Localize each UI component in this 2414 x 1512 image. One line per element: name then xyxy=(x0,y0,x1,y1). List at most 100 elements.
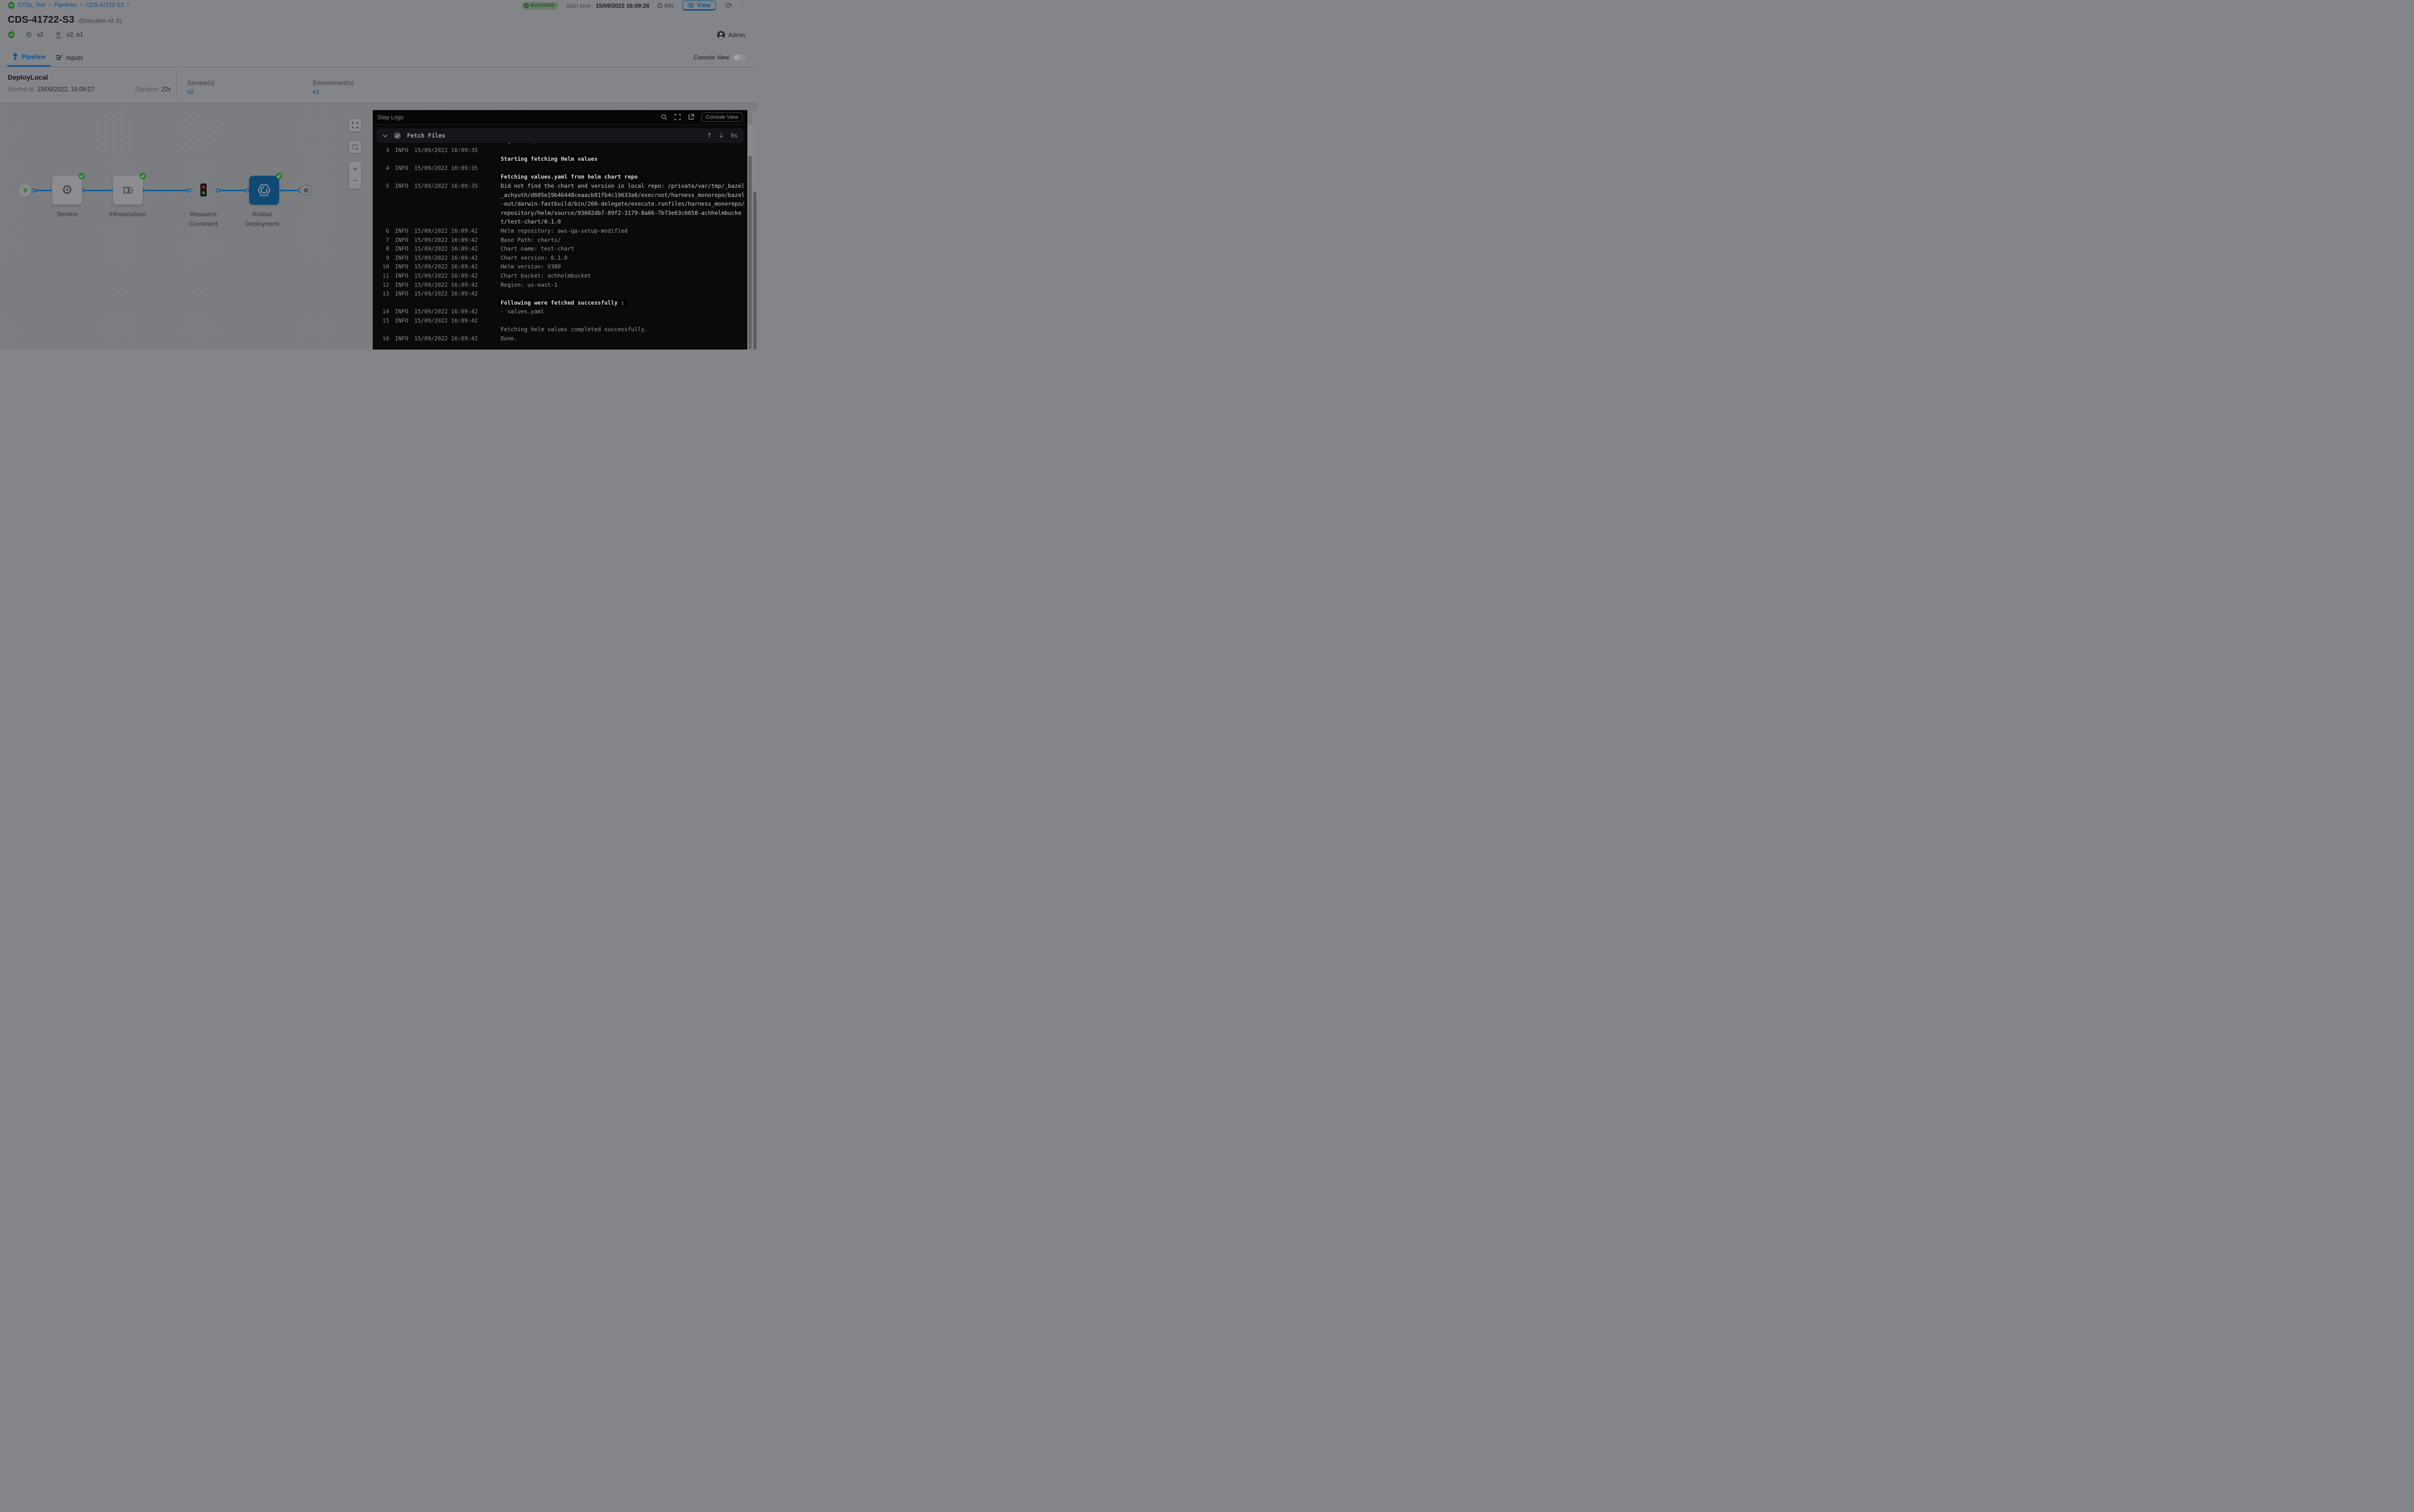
log-message: Chart bucket: achhelmbucket xyxy=(501,271,747,280)
meta-row: ∞ ⚙ s2 e2, e1 xyxy=(8,31,83,39)
view-button-label: View xyxy=(697,2,710,9)
check-circle-icon xyxy=(524,3,529,8)
stage-environments: Environment(s) e1 xyxy=(313,80,354,95)
open-in-new-icon[interactable] xyxy=(688,114,694,120)
log-line-number: 14 xyxy=(379,307,389,316)
page-title: CDS-41722-S3 xyxy=(8,14,74,26)
stage-started: Started at: 15/09/2022, 16:09:27 xyxy=(8,86,94,93)
inputs-icon xyxy=(56,54,63,61)
start-time-label: Start time xyxy=(566,2,590,9)
tab-pipeline[interactable]: Pipeline xyxy=(7,48,51,67)
log-level: INFO xyxy=(395,226,411,236)
edge xyxy=(82,190,114,191)
log-line: 8INFO15/09/2022 16:09:42Chart name: test… xyxy=(373,244,747,253)
zoom-out-button[interactable]: − xyxy=(353,177,357,185)
log-message: Done. xyxy=(501,334,747,343)
node-infrastructure[interactable] xyxy=(113,176,143,205)
red-light-icon xyxy=(202,185,205,189)
log-line: 9INFO15/09/2022 16:09:42Chart version: 0… xyxy=(373,253,747,263)
log-level: INFO xyxy=(395,244,411,253)
node-resource-constraint-label: Resource Constraint xyxy=(174,210,232,229)
success-check-icon xyxy=(140,173,146,179)
log-timestamp: 15/09/2022 16:09:42 xyxy=(414,226,478,236)
elapsed-value: 59s xyxy=(664,2,674,9)
breadcrumb-pipeline-name[interactable]: CDS-41722-S3 xyxy=(86,2,124,8)
start-node[interactable] xyxy=(18,183,32,197)
log-level: INFO xyxy=(395,307,411,316)
log-section-controls: ↑ ↓ 9s xyxy=(707,132,738,140)
log-line: 12INFO15/09/2022 16:09:42Region: us-east… xyxy=(373,280,747,290)
rollout-icon xyxy=(257,184,271,196)
log-level: INFO xyxy=(395,289,411,298)
console-view-button[interactable]: Console View xyxy=(702,112,743,122)
step-success-icon xyxy=(394,132,401,139)
kebab-menu-icon[interactable]: ⋮ xyxy=(739,4,746,7)
log-line: 10INFO15/09/2022 16:09:42Helm version: V… xyxy=(373,262,747,271)
services-value[interactable]: s2 xyxy=(187,88,214,95)
log-line: 14INFO15/09/2022 16:09:42- values.yaml xyxy=(373,307,747,316)
node-service[interactable]: ⚙ xyxy=(52,176,82,205)
play-icon xyxy=(24,187,28,193)
log-message: Did not find the chart and version in lo… xyxy=(501,182,747,226)
meta-environments-value: e2, e1 xyxy=(67,31,84,38)
breadcrumb-project[interactable]: CFDs_Test xyxy=(18,2,45,8)
edge xyxy=(279,190,300,191)
fullscreen-button[interactable] xyxy=(349,119,361,131)
breadcrumb-separator: > xyxy=(80,2,83,8)
log-timestamp: 15/09/2022 16:09:35 xyxy=(414,182,478,191)
refresh-icon[interactable]: ⟳ xyxy=(726,1,732,10)
title-row: CDS-41722-S3 (Execution Id: 8) xyxy=(8,14,121,26)
chevron-down-icon[interactable] xyxy=(382,134,388,138)
node-service-label: Service xyxy=(38,210,96,219)
success-check-icon xyxy=(79,173,85,179)
meta-service-value: s2 xyxy=(37,31,43,38)
tab-inputs-label: Inputs xyxy=(66,54,83,61)
log-scrollbar-thumb[interactable] xyxy=(748,155,752,350)
environments-icon xyxy=(55,31,62,39)
search-icon[interactable] xyxy=(661,114,667,120)
tab-inputs[interactable]: Inputs xyxy=(51,48,88,67)
stage-summary: DeployLocal Started at: 15/09/2022, 16:0… xyxy=(0,67,757,103)
log-timestamp: 15/09/2022 16:09:42 xyxy=(414,244,478,253)
scroll-up-icon[interactable]: ↑ xyxy=(707,132,712,140)
green-light-icon xyxy=(202,191,205,195)
node-rollout-deployment[interactable] xyxy=(249,176,279,205)
log-level: INFO xyxy=(395,236,411,245)
log-section-fetch-files[interactable]: Fetch Files ↑ ↓ 9s xyxy=(377,128,744,143)
zoom-in-button[interactable]: + xyxy=(353,166,357,173)
log-line: 3INFO15/09/2022 16:09:35 Starting fetchi… xyxy=(373,146,747,164)
log-line: 13INFO15/09/2022 16:09:42 Following were… xyxy=(373,289,747,307)
log-level: INFO xyxy=(395,316,411,325)
node-resource-constraint[interactable] xyxy=(200,183,207,196)
log-scroll-area[interactable]: Fetch Files ↑ ↓ 9s m getInfo )3INFO15/09… xyxy=(373,125,747,350)
log-timestamp: 15/09/2022 16:09:42 xyxy=(414,334,478,343)
user-chip[interactable]: Admin xyxy=(717,31,745,39)
log-level: INFO xyxy=(395,182,411,191)
view-button[interactable]: View xyxy=(682,0,716,11)
log-line-number: 12 xyxy=(379,280,389,290)
page-scrollbar-thumb[interactable] xyxy=(753,192,757,350)
log-timestamp: 15/09/2022 16:09:35 xyxy=(414,146,478,155)
execution-status-row: SUCCESS Start time 15/09/2022 16:09:26 5… xyxy=(521,0,746,11)
console-view-label: Console View xyxy=(694,54,729,61)
environments-value[interactable]: e1 xyxy=(313,88,354,95)
user-avatar-icon xyxy=(717,31,725,39)
tab-pipeline-label: Pipeline xyxy=(22,53,46,60)
log-message: - values.yaml xyxy=(501,307,747,316)
environments-label: Environment(s) xyxy=(313,80,354,86)
console-view-toggle[interactable] xyxy=(733,55,745,61)
expand-logs-icon[interactable] xyxy=(674,114,681,120)
breadcrumb-pipelines[interactable]: Pipelines xyxy=(55,2,77,8)
log-line: 16INFO15/09/2022 16:09:42Done. xyxy=(373,334,747,343)
stage-name: DeployLocal xyxy=(8,73,48,81)
edge xyxy=(33,190,54,191)
port-dot xyxy=(216,188,220,193)
harness-logo-icon: ∞ xyxy=(8,1,15,9)
log-level: INFO xyxy=(395,271,411,280)
step-logs-drawer: Step Logs Console View Fetch Files ↑ xyxy=(373,110,747,350)
service-gear-icon: ⚙ xyxy=(26,31,32,39)
fit-to-screen-button[interactable] xyxy=(349,141,361,153)
log-timestamp: 15/09/2022 16:09:42 xyxy=(414,280,478,290)
scroll-down-icon[interactable]: ↓ xyxy=(719,132,724,140)
edge xyxy=(141,190,189,191)
